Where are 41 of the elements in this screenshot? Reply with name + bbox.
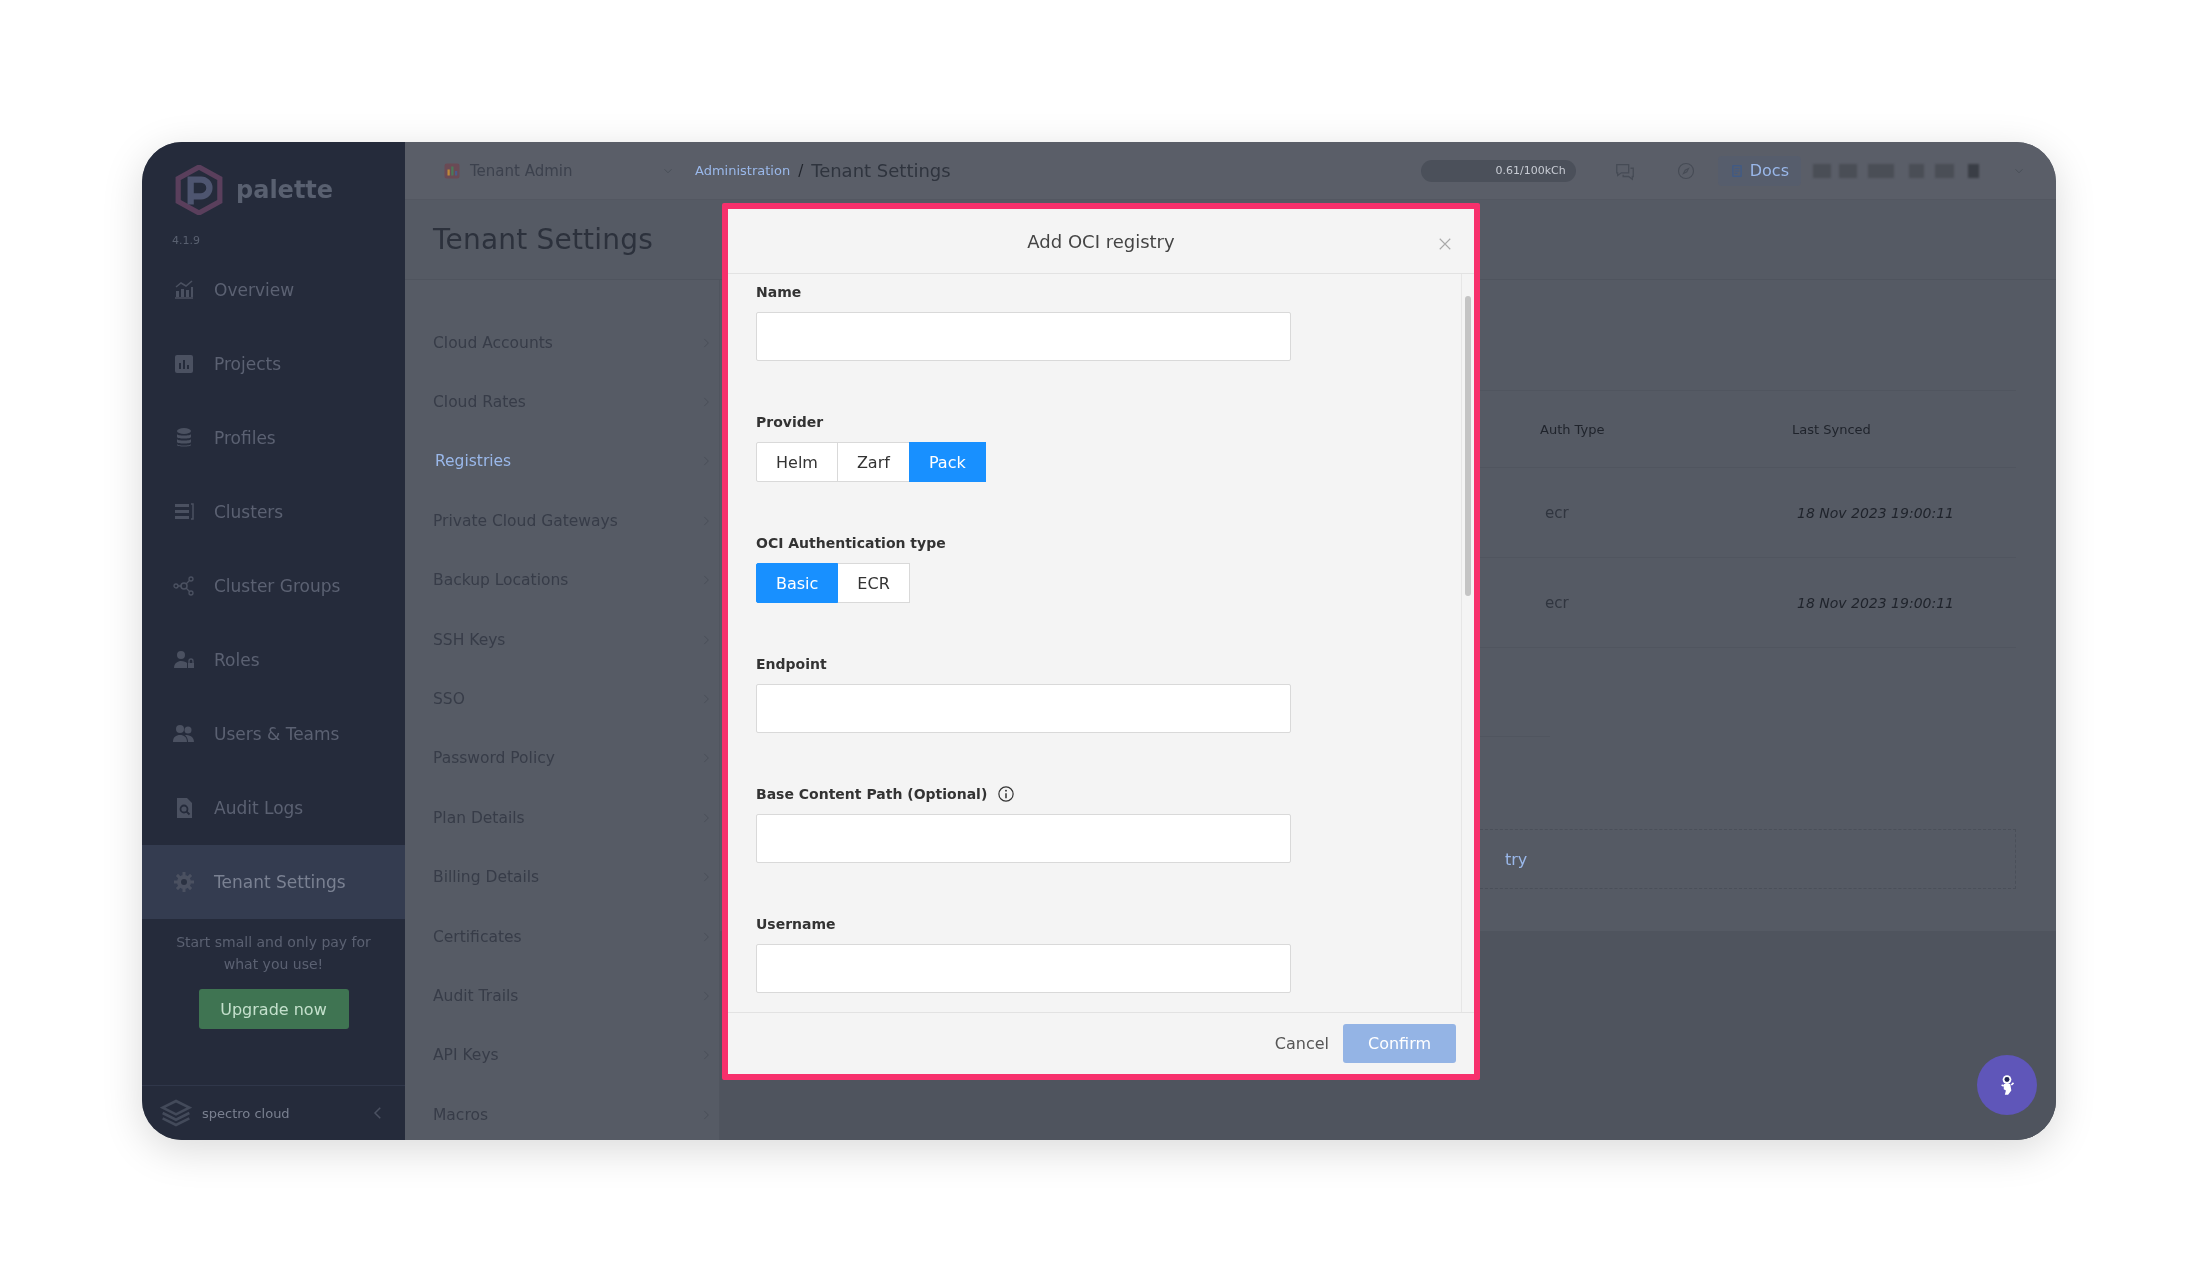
upgrade-button[interactable]: Upgrade now bbox=[198, 989, 349, 1029]
breadcrumb-link[interactable]: Administration bbox=[695, 163, 791, 178]
column-header: Auth Type bbox=[1540, 421, 1606, 437]
settings-icon bbox=[172, 870, 196, 894]
segment-option[interactable]: Basic bbox=[756, 563, 839, 603]
docs-button[interactable]: Docs bbox=[1717, 155, 1801, 186]
text-input-field[interactable] bbox=[756, 312, 1291, 361]
info-icon[interactable] bbox=[997, 785, 1016, 803]
cancel-button[interactable]: Cancel bbox=[1270, 1034, 1333, 1053]
nav-item[interactable]: Tenant Settings bbox=[142, 845, 405, 919]
scrollbar-thumb[interactable] bbox=[1465, 296, 1471, 596]
breadcrumb-separator: / bbox=[798, 161, 804, 180]
segment-option[interactable]: Pack bbox=[908, 442, 986, 482]
footer-brand: spectro cloud bbox=[202, 1105, 290, 1121]
text-input-field[interactable] bbox=[756, 814, 1291, 863]
usage-pill: 0.61/100kCh bbox=[1420, 159, 1576, 182]
document-icon bbox=[1729, 163, 1744, 178]
settings-menu-item[interactable]: Registries bbox=[405, 431, 719, 492]
field-label: Base Content Path (Optional) bbox=[756, 786, 988, 802]
colored-bars-icon bbox=[443, 161, 461, 180]
last-synced-cell-text: 18 Nov 2023 19:00:11 bbox=[1796, 594, 1955, 611]
column-header: Last Synced bbox=[1792, 421, 1872, 437]
field-label: Endpoint bbox=[756, 656, 827, 672]
field-label: Name bbox=[756, 284, 802, 300]
text-input-field[interactable] bbox=[756, 944, 1291, 993]
field-label: Username bbox=[756, 916, 836, 932]
segment-option[interactable]: Zarf bbox=[836, 442, 910, 482]
field-label: Provider bbox=[756, 414, 824, 430]
segment-option[interactable]: Helm bbox=[756, 442, 838, 482]
segment-option[interactable]: ECR bbox=[837, 563, 910, 603]
chart-icon bbox=[172, 278, 196, 302]
nodes-icon bbox=[172, 574, 196, 598]
nav-label: Tenant Settings bbox=[214, 872, 346, 892]
hexagon-logo-icon bbox=[174, 165, 224, 215]
dialog-title: Add OCI registry bbox=[1027, 230, 1175, 252]
bar-chart-icon bbox=[172, 352, 196, 376]
text-input-field[interactable] bbox=[756, 684, 1291, 733]
stacked-layers-logo-icon bbox=[160, 1097, 192, 1129]
field-label: OCI Authentication type bbox=[756, 535, 946, 551]
last-synced-cell-text: 18 Nov 2023 19:00:11 bbox=[1796, 504, 1955, 521]
add-registry-link[interactable]: try bbox=[1505, 849, 1528, 869]
